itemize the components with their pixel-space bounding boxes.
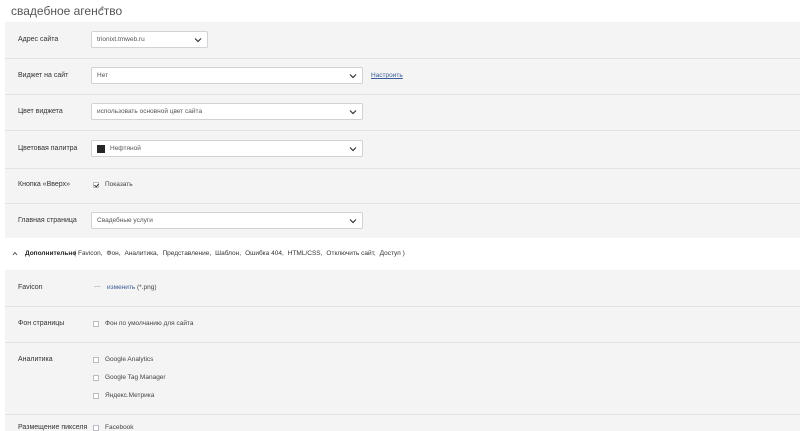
site-address-select[interactable]: trionixt.tmweb.ru: [91, 31, 208, 48]
title-bar: свадебное агенство: [0, 0, 800, 22]
back-to-top-checkbox[interactable]: [93, 182, 99, 188]
chevron-down-icon: [194, 38, 202, 43]
row-back-to-top: Кнопка «Вверх» Показать: [5, 168, 800, 204]
advanced-title: Дополнительно: [25, 250, 77, 257]
advanced-item: Представление,: [162, 250, 212, 257]
google-tag-manager-checkbox[interactable]: [93, 375, 99, 381]
chevron-up-icon: [12, 251, 18, 256]
widget-label: Виджет на сайт: [18, 72, 69, 79]
advanced-item: Отключить сайт,: [326, 250, 376, 257]
row-palette: Цветовая палитра Нефтяной: [5, 130, 800, 169]
site-address-value: trionixt.tmweb.ru: [97, 36, 145, 43]
background-checkbox-label: Фон по умолчанию для сайта: [105, 320, 194, 327]
google-analytics-checkbox[interactable]: [93, 357, 99, 363]
background-label: Фон страницы: [18, 320, 65, 327]
row-favicon: Favicon — изменить (*.png): [5, 270, 800, 307]
advanced-item: Ошибка 404,: [245, 250, 284, 257]
home-page-select[interactable]: Свадебные услуги: [91, 212, 363, 229]
site-address-label: Адрес сайта: [18, 36, 59, 43]
chevron-down-icon: [349, 219, 357, 224]
pixel-label: Размещение пикселя: [18, 424, 88, 431]
facebook-pixel-checkbox[interactable]: [93, 425, 99, 431]
favicon-placeholder: —: [94, 283, 101, 290]
google-analytics-label: Google Analytics: [105, 356, 154, 363]
row-pixel: Размещение пикселя Facebook: [5, 414, 800, 431]
favicon-ext: (*.png): [137, 284, 157, 291]
background-checkbox[interactable]: [93, 321, 99, 327]
advanced-item: HTML/CSS,: [287, 250, 323, 257]
advanced-items: ( Favicon, Фон, Аналитика, Представление, Ша…: [74, 250, 409, 257]
home-page-label: Главная страница: [18, 217, 77, 224]
favicon-label: Favicon: [18, 284, 43, 291]
widget-color-select[interactable]: использовать основной цвет сайта: [91, 103, 363, 120]
pencil-icon[interactable]: [97, 5, 105, 13]
widget-select[interactable]: Нет: [91, 67, 363, 84]
chevron-down-icon: [349, 147, 357, 152]
widget-color-label: Цвет виджета: [18, 108, 63, 115]
yandex-metrika-label: Яндекс.Метрика: [105, 392, 155, 399]
widget-value: Нет: [97, 72, 109, 79]
advanced-item: ( Favicon,: [74, 250, 103, 257]
back-to-top-checkbox-label: Показать: [105, 181, 133, 188]
chevron-down-icon: [349, 110, 357, 115]
yandex-metrika-checkbox[interactable]: [93, 393, 99, 399]
row-widget: Виджет на сайт Нет Настроить: [5, 58, 800, 95]
configure-link[interactable]: Настроить: [371, 72, 403, 79]
back-to-top-label: Кнопка «Вверх»: [18, 181, 70, 188]
advanced-item: Доступ ): [379, 250, 405, 257]
analytics-label: Аналитика: [18, 356, 53, 363]
home-page-value: Свадебные услуги: [97, 217, 153, 224]
palette-swatch: [97, 145, 105, 153]
row-analytics: Аналитика Google Analytics Google Tag Ma…: [5, 342, 800, 415]
advanced-item: Шаблон,: [215, 250, 242, 257]
widget-color-value: использовать основной цвет сайта: [97, 108, 203, 115]
advanced-item: Фон,: [106, 250, 121, 257]
google-tag-manager-label: Google Tag Manager: [105, 374, 166, 381]
favicon-change-link[interactable]: изменить: [107, 284, 135, 291]
advanced-item: Аналитика,: [124, 250, 159, 257]
advanced-settings: Favicon — изменить (*.png) Фон страницы …: [5, 270, 800, 431]
facebook-pixel-label: Facebook: [105, 424, 134, 431]
palette-value: Нефтяной: [110, 145, 141, 152]
palette-select[interactable]: Нефтяной: [91, 140, 363, 157]
advanced-toggle[interactable]: Дополнительно ( Favicon, Фон, Аналитика, Пр…: [5, 238, 800, 270]
site-title: свадебное агенство: [11, 4, 123, 18]
palette-label: Цветовая палитра: [18, 145, 78, 152]
row-background: Фон страницы Фон по умолчанию для сайта: [5, 306, 800, 343]
chevron-down-icon: [349, 74, 357, 79]
row-home-page: Главная страница Свадебные услуги: [5, 203, 800, 238]
row-widget-color: Цвет виджета использовать основной цвет …: [5, 94, 800, 131]
general-settings: Адрес сайта trionixt.tmweb.ru Виджет на …: [5, 22, 800, 238]
row-site-address: Адрес сайта trionixt.tmweb.ru: [5, 22, 800, 59]
